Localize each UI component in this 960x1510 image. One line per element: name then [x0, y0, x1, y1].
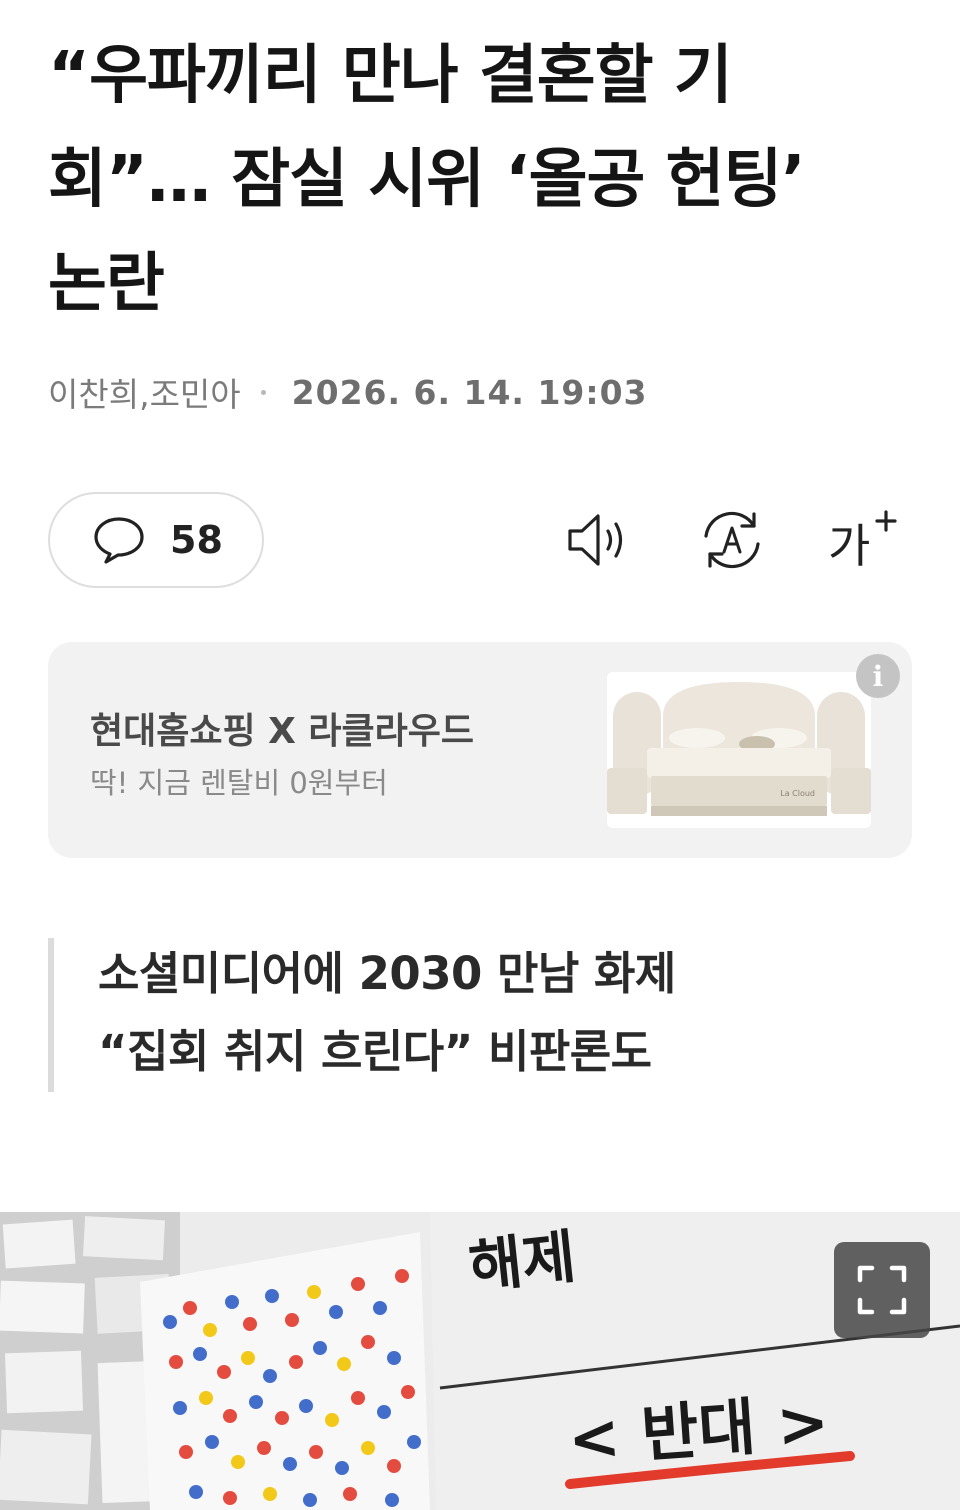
fullscreen-icon	[857, 1265, 907, 1315]
article-headline: “우파끼리 만나 결혼할 기 회”… 잠실 시위 ‘올공 헌팅’ 논란	[48, 24, 908, 336]
subheadline-line-2: “집회 취지 흐린다” 비판론도	[98, 1025, 652, 1078]
article-authors: 이찬희,조민아	[48, 375, 241, 414]
article-subheadline: 소셜미디어에 2030 만남 화제 “집회 취지 흐린다” 비판론도	[48, 938, 912, 1092]
ad-subtitle: 딱! 지금 렌탈비 0원부터	[90, 766, 388, 800]
ad-info-icon[interactable]: i	[856, 654, 900, 698]
ad-bed-image: La Cloud	[607, 672, 871, 828]
ad-title: 현대홈쇼핑 X 라클라우드	[90, 711, 475, 752]
headline-line-1: “우파끼리 만나 결혼할 기	[48, 39, 733, 113]
speaker-icon	[568, 514, 623, 566]
comment-count: 58	[170, 518, 223, 562]
article-date: 2026. 6. 14. 19:03	[291, 372, 648, 412]
byline-separator	[260, 389, 266, 395]
svg-text:해제: 해제	[466, 1222, 579, 1301]
comment-icon	[94, 517, 144, 564]
photo-expand-button[interactable]	[834, 1242, 930, 1338]
article-toolbar: 58 가	[48, 492, 912, 588]
translate-icon	[704, 511, 760, 569]
read-aloud-button[interactable]	[564, 506, 636, 574]
article-photo[interactable]: 해제 < 반대 >	[0, 1212, 960, 1510]
svg-text:가: 가	[828, 519, 870, 573]
comments-button[interactable]: 58	[48, 492, 264, 588]
article-page: “우파끼리 만나 결혼할 기 회”… 잠실 시위 ‘올공 헌팅’ 논란 이찬희,…	[0, 0, 960, 1510]
font-size-icon: 가	[828, 510, 897, 573]
headline-line-3: 논란	[48, 247, 165, 321]
headline-line-2: 회”… 잠실 시위 ‘올공 헌팅’	[48, 143, 806, 217]
svg-text:La Cloud: La Cloud	[780, 789, 815, 798]
subheadline-line-1: 소셜미디어에 2030 만남 화제	[98, 947, 676, 1000]
ad-banner[interactable]: 현대홈쇼핑 X 라클라우드 딱! 지금 렌탈비 0원부터 La Cloud i	[48, 642, 912, 858]
article-byline: 이찬희,조민아 2026. 6. 14. 19:03	[48, 364, 648, 420]
translate-button[interactable]	[696, 506, 768, 574]
font-size-button[interactable]: 가	[826, 506, 898, 574]
